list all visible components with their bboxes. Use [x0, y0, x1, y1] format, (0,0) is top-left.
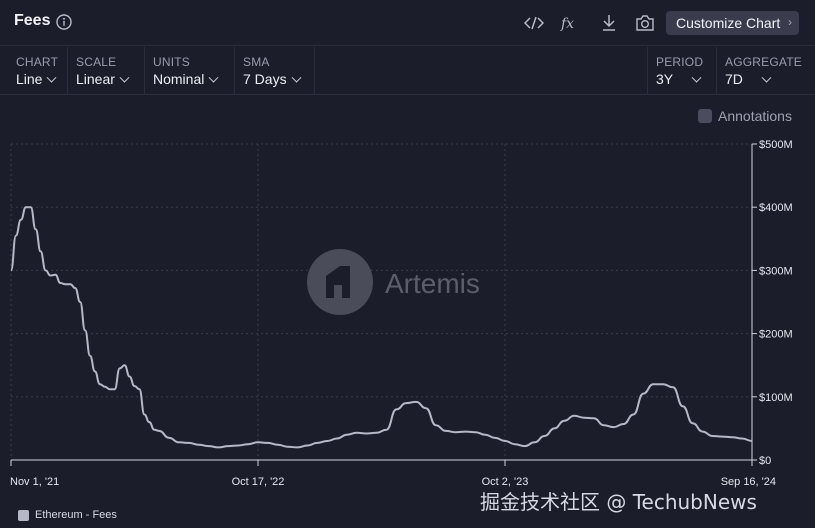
y-tick-label: $300M: [759, 265, 793, 277]
artemis-watermark: Artemis: [307, 249, 480, 315]
watermark-brand-text: Artemis: [385, 268, 480, 299]
y-tick-label: $400M: [759, 202, 793, 214]
y-tick-label: $100M: [759, 392, 793, 404]
series-layer: [10, 206, 753, 449]
x-tick-label: Nov 1, '21: [10, 476, 59, 488]
y-tick-label: $500M: [759, 139, 793, 151]
x-tick-label: Oct 17, '22: [232, 476, 285, 488]
fees-line-chart: Artemis $0 $100M $200M $300M $400M $500M Nov 1…: [10, 139, 793, 488]
y-tick-label: $200M: [759, 329, 793, 341]
series-line-ethereum-fees[interactable]: [10, 206, 753, 449]
y-tick-label: $0: [759, 455, 771, 467]
axes: $0 $100M $200M $300M $400M $500M Nov 1, '21 Oct…: [10, 139, 793, 488]
source-watermark: 掘金技术社区 @ TechubNews: [480, 490, 757, 514]
legend[interactable]: Ethereum - Fees: [18, 509, 117, 521]
grid: [10, 143, 752, 460]
legend-label: Ethereum - Fees: [35, 509, 117, 521]
legend-swatch: [18, 509, 29, 521]
